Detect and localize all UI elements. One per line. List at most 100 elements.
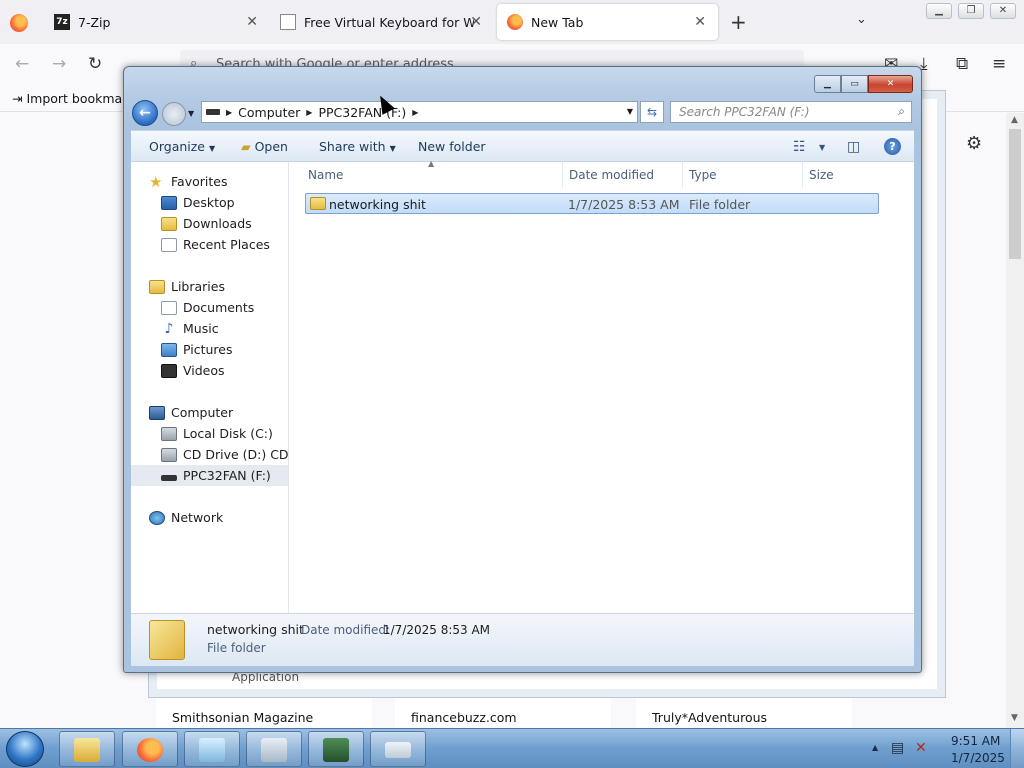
page-scrollbar[interactable]: ▲ ▼ [1006, 113, 1024, 728]
minimize-icon[interactable]: ▁ [814, 75, 841, 93]
address-bar[interactable]: ▶ Computer ▶ PPC32FAN (F:) ▶ ▼ [201, 101, 638, 123]
nav-music[interactable]: ♪ Music [161, 318, 219, 339]
browser-tab-bar: 7z 7-Zip ✕ Free Virtual Keyboard for Win… [0, 0, 1024, 44]
column-header-name[interactable]: Name [308, 168, 343, 182]
minimize-icon[interactable]: ▁ [926, 3, 952, 19]
close-tab-icon[interactable]: ✕ [246, 14, 258, 30]
file-row[interactable]: networking shit 1/7/2025 8:53 AM File fo… [305, 193, 879, 214]
new-tab-plus-icon[interactable]: + [730, 10, 747, 34]
preview-pane-icon[interactable]: ◫ [847, 139, 860, 155]
nav-videos[interactable]: Videos [161, 360, 225, 381]
tab-new-tab[interactable]: New Tab ✕ [497, 4, 718, 40]
share-with-button[interactable]: Share with ▼ [319, 139, 396, 154]
restore-icon[interactable]: ❐ [958, 3, 984, 19]
taskbar-network-app[interactable] [308, 731, 364, 767]
column-divider[interactable] [802, 162, 803, 188]
column-divider[interactable] [682, 162, 683, 188]
downloads-icon[interactable]: ⤓ [920, 54, 936, 74]
search-icon[interactable]: ⌕ [898, 104, 905, 119]
hamburger-menu-icon[interactable]: ≡ [992, 54, 1008, 74]
column-header-size[interactable]: Size [809, 168, 834, 182]
nav-documents[interactable]: Documents [161, 297, 254, 318]
breadcrumb-computer[interactable]: Computer [238, 105, 300, 120]
show-desktop-button[interactable] [1010, 729, 1024, 768]
chevron-right-icon[interactable]: ▶ [306, 108, 312, 117]
nav-libraries[interactable]: Libraries [149, 276, 225, 297]
calculator-icon [261, 738, 287, 762]
help-icon[interactable]: ? [884, 138, 901, 155]
nav-desktop[interactable]: Desktop [161, 192, 235, 213]
nav-local-disk[interactable]: Local Disk (C:) [161, 423, 273, 444]
nav-downloads[interactable]: Downloads [161, 213, 252, 234]
taskbar-keyboard[interactable] [370, 731, 426, 767]
gear-icon[interactable]: ⚙ [966, 133, 982, 154]
reload-icon[interactable]: ↻ [88, 54, 104, 74]
back-arrow-icon[interactable]: ← [15, 54, 31, 74]
address-history-chevron-icon[interactable]: ▼ [627, 107, 633, 116]
clock-date[interactable]: 1/7/2025 [951, 751, 1005, 765]
taskbar-calculator[interactable] [246, 731, 302, 767]
details-date-label: Date modified: [301, 623, 391, 637]
music-note-icon: ♪ [164, 320, 174, 337]
documents-icon [161, 300, 177, 315]
list-tabs-chevron-icon[interactable]: ⌄ [856, 12, 867, 27]
firefox-menu-icon[interactable] [10, 14, 28, 32]
volume-muted-icon[interactable]: ✕ [915, 740, 927, 756]
close-icon[interactable]: ✕ [990, 3, 1016, 19]
scroll-up-icon[interactable]: ▲ [1011, 115, 1018, 125]
chevron-down-icon[interactable]: ▼ [819, 143, 825, 152]
file-name: networking shit [329, 197, 426, 212]
7zip-icon: 7z [54, 14, 70, 30]
close-icon[interactable]: ✕ [868, 75, 913, 93]
extensions-icon[interactable]: ⧉ [956, 54, 972, 74]
network-tray-icon[interactable]: ▤ [891, 740, 904, 756]
tile-label[interactable]: financebuzz.com [411, 710, 517, 725]
forward-arrow-icon[interactable] [162, 102, 186, 126]
column-header-type[interactable]: Type [689, 168, 717, 182]
tab-7zip[interactable]: 7z 7-Zip ✕ [44, 4, 270, 40]
tab-virtual-keyboard[interactable]: Free Virtual Keyboard for Windo ✕ [270, 4, 494, 40]
tile-label[interactable]: Truly*Adventurous [652, 710, 767, 725]
organize-button[interactable]: Organize ▼ [149, 139, 215, 154]
column-header-date[interactable]: Date modified [569, 168, 654, 182]
nav-recent-places[interactable]: Recent Places [161, 234, 270, 255]
command-bar: Organize ▼ ▰ Open Share with ▼ New folder … [131, 130, 914, 162]
start-button-windows-icon[interactable] [6, 731, 44, 767]
new-folder-button[interactable]: New folder [418, 139, 486, 154]
back-arrow-icon[interactable]: ← [132, 100, 158, 126]
show-hidden-icons-chevron-icon[interactable]: ▲ [872, 743, 878, 752]
desktop-icon [161, 195, 177, 210]
taskbar-explorer[interactable] [59, 731, 115, 767]
nav-usb-drive[interactable]: PPC32FAN (F:) [131, 465, 288, 486]
taskbar-app[interactable] [184, 731, 240, 767]
recent-places-icon [161, 237, 177, 252]
nav-network[interactable]: Network [149, 507, 223, 528]
scrollbar-thumb[interactable] [1009, 129, 1021, 259]
nav-favorites[interactable]: ★ Favorites [149, 171, 227, 192]
page-icon [280, 14, 296, 30]
maximize-icon[interactable]: ▭ [841, 75, 868, 93]
chevron-right-icon[interactable]: ▶ [412, 108, 418, 117]
nav-computer[interactable]: Computer [149, 402, 233, 423]
recent-pages-chevron-icon[interactable]: ▼ [188, 109, 194, 118]
open-button[interactable]: ▰ Open [241, 139, 288, 154]
view-options-icon[interactable]: ☷ [793, 139, 806, 155]
clock-time[interactable]: 9:51 AM [951, 734, 1000, 748]
nav-cd-drive[interactable]: CD Drive (D:) CDROM [161, 444, 288, 465]
details-type: File folder [207, 641, 266, 655]
libraries-icon [149, 279, 165, 294]
chevron-down-icon: ▼ [389, 144, 396, 153]
nav-pictures[interactable]: Pictures [161, 339, 233, 360]
refresh-icon[interactable]: ⇆ [640, 101, 664, 123]
folder-open-icon: ▰ [241, 139, 255, 154]
close-tab-icon[interactable]: ✕ [470, 14, 482, 30]
tile-label[interactable]: Smithsonian Magazine [172, 710, 313, 725]
eraser-app-icon [199, 738, 225, 762]
search-input[interactable]: Search PPC32FAN (F:) ⌕ [670, 101, 912, 123]
taskbar-firefox[interactable] [122, 731, 178, 767]
scroll-down-icon[interactable]: ▼ [1011, 713, 1018, 723]
forward-arrow-icon[interactable]: → [52, 54, 68, 74]
close-tab-icon[interactable]: ✕ [694, 14, 706, 30]
column-divider[interactable] [562, 162, 563, 188]
chevron-right-icon[interactable]: ▶ [226, 108, 232, 117]
